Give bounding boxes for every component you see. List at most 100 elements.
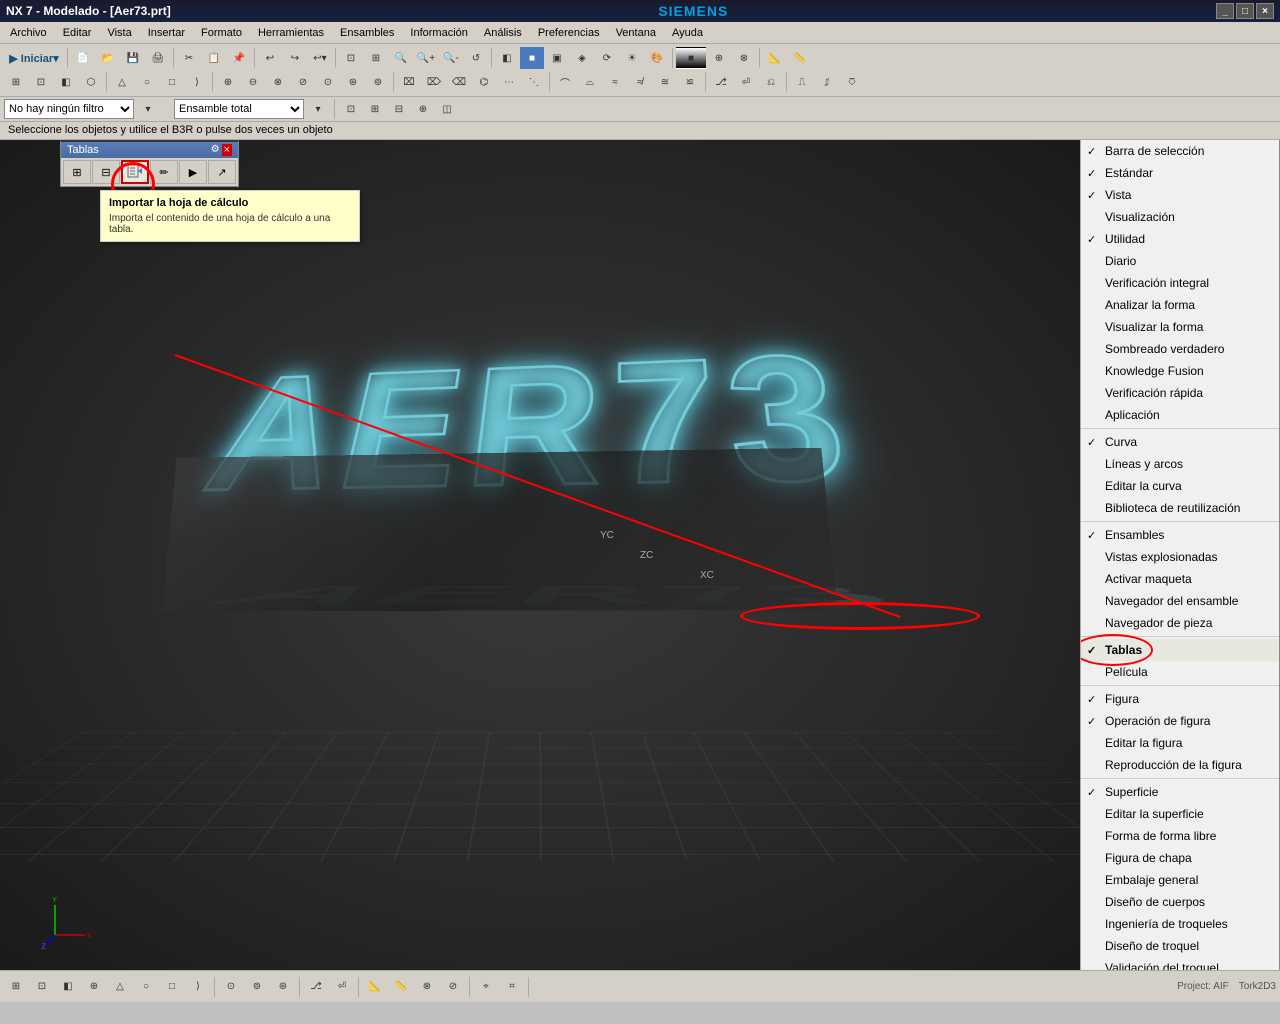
tb2-btn32[interactable]: ⎎ bbox=[815, 71, 839, 93]
zoom-in-button[interactable]: 🔍+ bbox=[414, 47, 438, 69]
menu-item-ingeniería-de-troqueles[interactable]: Ingeniería de troqueles bbox=[1081, 913, 1279, 935]
menu-item-diseño-de-cuerpos[interactable]: Diseño de cuerpos bbox=[1081, 891, 1279, 913]
tb2-btn3[interactable]: ◧ bbox=[54, 71, 78, 93]
bottom-btn1[interactable]: ⊞ bbox=[4, 976, 28, 998]
color-btn[interactable]: ■ bbox=[676, 47, 706, 69]
tb2-btn18[interactable]: ⌫ bbox=[447, 71, 471, 93]
menu-item-analizar-la-forma[interactable]: Analizar la forma bbox=[1081, 294, 1279, 316]
tb2-btn28[interactable]: ⎇ bbox=[709, 71, 733, 93]
shade-button[interactable]: ■ bbox=[520, 47, 544, 69]
zoom-button[interactable]: 🔍 bbox=[389, 47, 413, 69]
menu-item-vistas-explosionadas[interactable]: Vistas explosionadas bbox=[1081, 546, 1279, 568]
tb2-btn8[interactable]: ⟩ bbox=[185, 71, 209, 93]
assembly-select[interactable]: Ensamble total bbox=[174, 99, 304, 119]
print-button[interactable]: 🖨 bbox=[146, 47, 170, 69]
menu-item-barra-de-selección[interactable]: Barra de selección bbox=[1081, 140, 1279, 162]
menu-item-forma-de-forma-libre[interactable]: Forma de forma libre bbox=[1081, 825, 1279, 847]
menu-item-figura-de-chapa[interactable]: Figura de chapa bbox=[1081, 847, 1279, 869]
bottom-btn8[interactable]: ⟩ bbox=[186, 976, 210, 998]
menu-item-superficie[interactable]: Superficie bbox=[1081, 781, 1279, 803]
menu-item-utilidad[interactable]: Utilidad bbox=[1081, 228, 1279, 250]
bottom-btn4[interactable]: ⊕ bbox=[82, 976, 106, 998]
tablas-close-button[interactable]: × bbox=[222, 144, 232, 156]
bottom-btn13[interactable]: ⏎ bbox=[330, 976, 354, 998]
bottom-btn12[interactable]: ⎇ bbox=[304, 976, 328, 998]
menu-preferencias[interactable]: Preferencias bbox=[530, 25, 608, 41]
menu-item-navegador-de-pieza[interactable]: Navegador de pieza bbox=[1081, 612, 1279, 634]
zoom-out-button[interactable]: 🔍- bbox=[439, 47, 463, 69]
tb2-btn12[interactable]: ⊘ bbox=[291, 71, 315, 93]
maximize-button[interactable]: □ bbox=[1236, 3, 1254, 19]
menu-item-aplicación[interactable]: Aplicación bbox=[1081, 404, 1279, 426]
snap2-button[interactable]: ⊗ bbox=[732, 47, 756, 69]
menu-item-verificación-integral[interactable]: Verificación integral bbox=[1081, 272, 1279, 294]
menu-item-navegador-del-ensamble[interactable]: Navegador del ensamble bbox=[1081, 590, 1279, 612]
tb2-btn2[interactable]: ⊡ bbox=[29, 71, 53, 93]
close-button[interactable]: × bbox=[1256, 3, 1274, 19]
bottom-btn7[interactable]: □ bbox=[160, 976, 184, 998]
copy-button[interactable]: 📋 bbox=[202, 47, 226, 69]
tablas-btn-table[interactable]: ⊟ bbox=[92, 160, 120, 184]
menu-item-película[interactable]: Película bbox=[1081, 661, 1279, 683]
filter-btn3[interactable]: ⊟ bbox=[389, 99, 409, 119]
menu-editar[interactable]: Editar bbox=[55, 25, 100, 41]
filter-button[interactable]: ⊞ bbox=[364, 47, 388, 69]
tb2-btn22[interactable]: ⌒ bbox=[553, 71, 577, 93]
paste-button[interactable]: 📌 bbox=[227, 47, 251, 69]
tablas-btn-grid[interactable]: ⊞ bbox=[63, 160, 91, 184]
menu-item-editar-la-curva[interactable]: Editar la curva bbox=[1081, 475, 1279, 497]
tb2-btn14[interactable]: ⊛ bbox=[341, 71, 365, 93]
tb2-btn10[interactable]: ⊖ bbox=[241, 71, 265, 93]
tb2-btn6[interactable]: ○ bbox=[135, 71, 159, 93]
tb2-btn21[interactable]: ⋱ bbox=[522, 71, 546, 93]
wire-button[interactable]: ▣ bbox=[545, 47, 569, 69]
menu-item-tablas[interactable]: Tablas bbox=[1081, 639, 1279, 661]
tb2-btn1[interactable]: ⊞ bbox=[4, 71, 28, 93]
tb2-btn11[interactable]: ⊗ bbox=[266, 71, 290, 93]
menu-informacion[interactable]: Información bbox=[402, 25, 475, 41]
tb2-btn9[interactable]: ⊕ bbox=[216, 71, 240, 93]
bottom-btn6[interactable]: ○ bbox=[134, 976, 158, 998]
menu-ensambles[interactable]: Ensambles bbox=[332, 25, 402, 41]
start-button[interactable]: ▶ Iniciar▾ bbox=[4, 47, 64, 69]
undo-button[interactable]: ↩ bbox=[258, 47, 282, 69]
menu-item-visualizar-la-forma[interactable]: Visualizar la forma bbox=[1081, 316, 1279, 338]
tb2-btn4[interactable]: ⬡ bbox=[79, 71, 103, 93]
menu-vista[interactable]: Vista bbox=[99, 25, 139, 41]
refresh-button[interactable]: ↺ bbox=[464, 47, 488, 69]
tb2-btn16[interactable]: ⌧ bbox=[397, 71, 421, 93]
bottom-btn17[interactable]: ⊘ bbox=[441, 976, 465, 998]
tb2-btn33[interactable]: ⎏ bbox=[840, 71, 864, 93]
bottom-btn2[interactable]: ⊡ bbox=[30, 976, 54, 998]
edge-button[interactable]: ◈ bbox=[570, 47, 594, 69]
menu-insertar[interactable]: Insertar bbox=[140, 25, 193, 41]
menu-item-figura[interactable]: Figura bbox=[1081, 688, 1279, 710]
cut-button[interactable]: ✂ bbox=[177, 47, 201, 69]
menu-item-reproducción-de-la-figura[interactable]: Reproducción de la figura bbox=[1081, 754, 1279, 776]
menu-item-knowledge-fusion[interactable]: Knowledge Fusion bbox=[1081, 360, 1279, 382]
bottom-btn16[interactable]: ⊗ bbox=[415, 976, 439, 998]
bottom-btn9[interactable]: ⊙ bbox=[219, 976, 243, 998]
menu-item-vista[interactable]: Vista bbox=[1081, 184, 1279, 206]
menu-item-validación-del-troquel[interactable]: Validación del troquel bbox=[1081, 957, 1279, 970]
bottom-btn5[interactable]: △ bbox=[108, 976, 132, 998]
menu-item-sombreado-verdadero[interactable]: Sombreado verdadero bbox=[1081, 338, 1279, 360]
tb2-btn30[interactable]: ⎌ bbox=[759, 71, 783, 93]
tb2-btn26[interactable]: ≋ bbox=[653, 71, 677, 93]
tb2-btn23[interactable]: ⌓ bbox=[578, 71, 602, 93]
light-button[interactable]: ☀ bbox=[620, 47, 644, 69]
measure2-button[interactable]: 📏 bbox=[788, 47, 812, 69]
menu-item-activar-maqueta[interactable]: Activar maqueta bbox=[1081, 568, 1279, 590]
menu-herramientas[interactable]: Herramientas bbox=[250, 25, 332, 41]
tb2-btn25[interactable]: ≉ bbox=[628, 71, 652, 93]
bottom-btn18[interactable]: ⌖ bbox=[474, 976, 498, 998]
tb2-btn24[interactable]: ≈ bbox=[603, 71, 627, 93]
minimize-button[interactable]: _ bbox=[1216, 3, 1234, 19]
menu-item-ensambles[interactable]: Ensambles bbox=[1081, 524, 1279, 546]
menu-item-estándar[interactable]: Estándar bbox=[1081, 162, 1279, 184]
filter-btn5[interactable]: ◫ bbox=[437, 99, 457, 119]
tb2-btn19[interactable]: ⌬ bbox=[472, 71, 496, 93]
menu-analisis[interactable]: Análisis bbox=[476, 25, 530, 41]
menu-item-biblioteca-de-reutilización[interactable]: Biblioteca de reutilización bbox=[1081, 497, 1279, 519]
menu-item-curva[interactable]: Curva bbox=[1081, 431, 1279, 453]
